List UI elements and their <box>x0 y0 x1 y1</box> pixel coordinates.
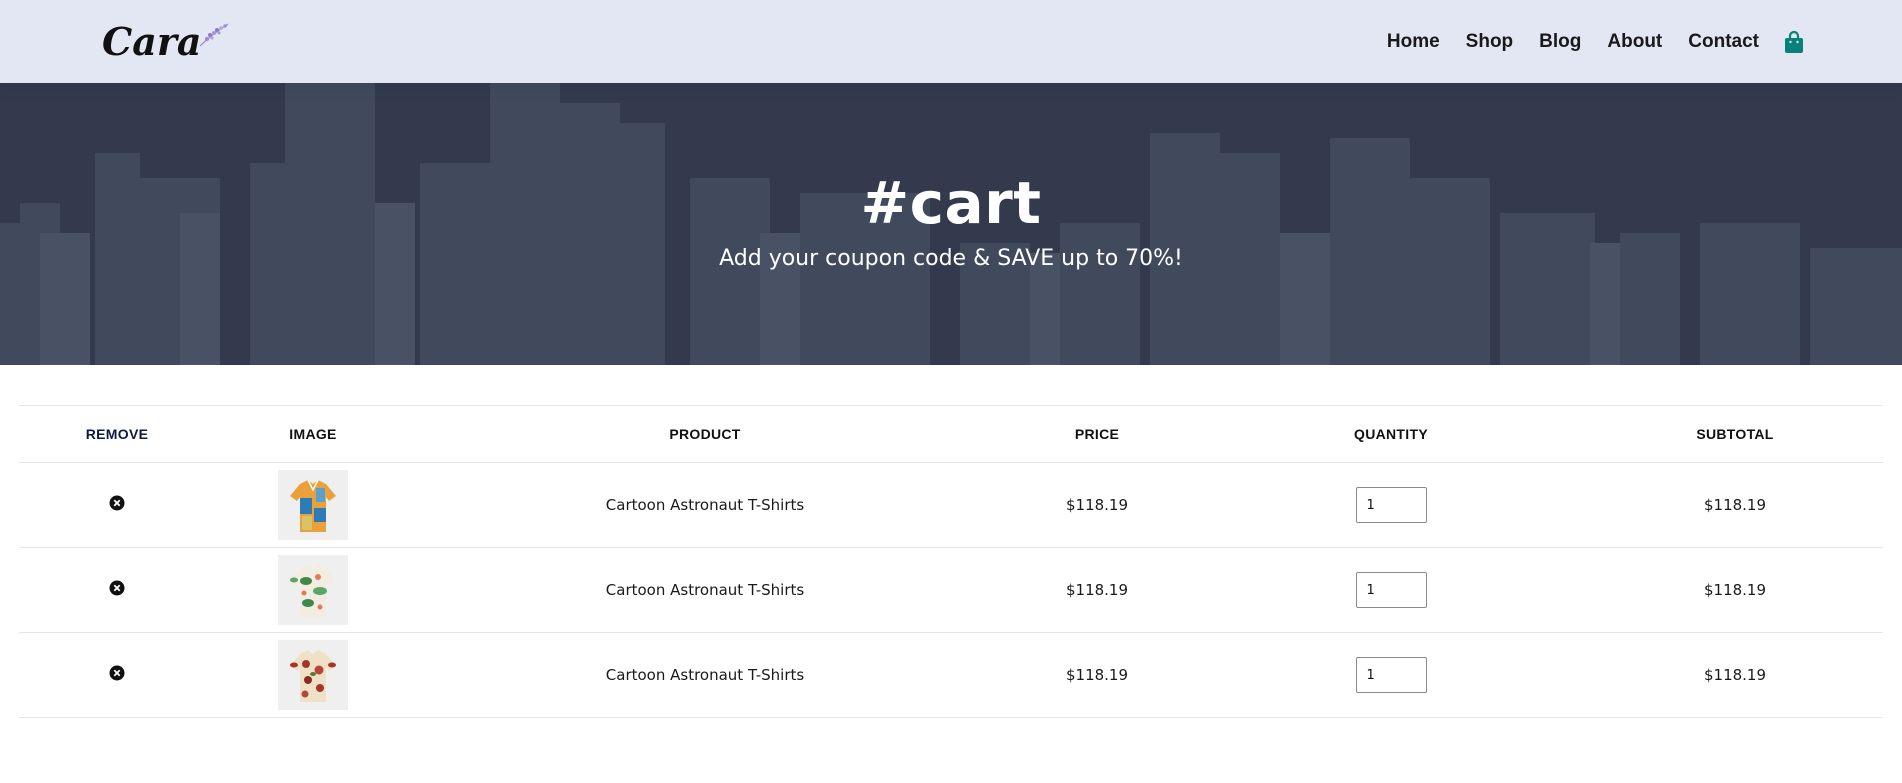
image-cell <box>215 547 411 633</box>
header-image: Image <box>215 405 411 463</box>
row-subtotal: $118.19 <box>1587 547 1883 633</box>
remove-item-icon[interactable] <box>109 665 125 681</box>
nav-about[interactable]: About <box>1581 31 1662 53</box>
quantity-cell <box>1195 462 1587 548</box>
shopping-bag-icon[interactable] <box>1783 30 1805 54</box>
image-cell <box>215 462 411 548</box>
page-hero: #cart Add your coupon code & SAVE up to … <box>0 83 1902 365</box>
image-cell <box>215 632 411 718</box>
header-price: Price <box>999 405 1195 463</box>
remove-cell <box>19 632 215 718</box>
product-name: Cartoon Astronaut T-Shirts <box>411 547 999 633</box>
quantity-cell <box>1195 632 1587 718</box>
quantity-input[interactable] <box>1355 657 1427 693</box>
cart-table: Remove Image Product Price Quantity Subt… <box>19 405 1883 718</box>
table-row: Cartoon Astronaut T-Shirts $118.19 $118.… <box>19 632 1883 718</box>
remove-item-icon[interactable] <box>109 580 125 596</box>
header-product: Product <box>411 405 999 463</box>
nav-home[interactable]: Home <box>1387 31 1440 53</box>
remove-cell <box>19 547 215 633</box>
remove-item-icon[interactable] <box>109 495 125 511</box>
logo-text: Cara <box>102 18 202 64</box>
coupon-tagline: Add your coupon code & SAVE up to 70%! <box>719 246 1183 271</box>
quantity-input[interactable] <box>1355 487 1427 523</box>
lavender-sprig-icon <box>199 23 228 46</box>
main-nav: Home Shop Blog About Contact <box>1387 30 1805 54</box>
product-price: $118.19 <box>999 462 1195 548</box>
product-price: $118.19 <box>999 547 1195 633</box>
table-row: Cartoon Astronaut T-Shirts $118.19 $118.… <box>19 462 1883 548</box>
nav-blog[interactable]: Blog <box>1513 31 1581 53</box>
quantity-input[interactable] <box>1355 572 1427 608</box>
quantity-cell <box>1195 547 1587 633</box>
page-title: #cart <box>860 169 1042 237</box>
header-remove: Remove <box>19 405 215 463</box>
nav-shop[interactable]: Shop <box>1440 31 1514 53</box>
cara-logo[interactable]: Cara <box>102 18 232 64</box>
product-thumbnail[interactable] <box>278 470 348 540</box>
header-quantity: Quantity <box>1195 405 1587 463</box>
site-header: Cara Home Shop Blog About Contact <box>0 0 1902 83</box>
table-row: Cartoon Astronaut T-Shirts $118.19 $118.… <box>19 547 1883 633</box>
table-header-row: Remove Image Product Price Quantity Subt… <box>19 405 1883 463</box>
remove-cell <box>19 462 215 548</box>
header-subtotal: Subtotal <box>1587 405 1883 463</box>
nav-contact[interactable]: Contact <box>1662 31 1759 53</box>
product-name: Cartoon Astronaut T-Shirts <box>411 462 999 548</box>
product-thumbnail[interactable] <box>278 640 348 710</box>
product-price: $118.19 <box>999 632 1195 718</box>
row-subtotal: $118.19 <box>1587 462 1883 548</box>
product-thumbnail[interactable] <box>278 555 348 625</box>
product-name: Cartoon Astronaut T-Shirts <box>411 632 999 718</box>
row-subtotal: $118.19 <box>1587 632 1883 718</box>
